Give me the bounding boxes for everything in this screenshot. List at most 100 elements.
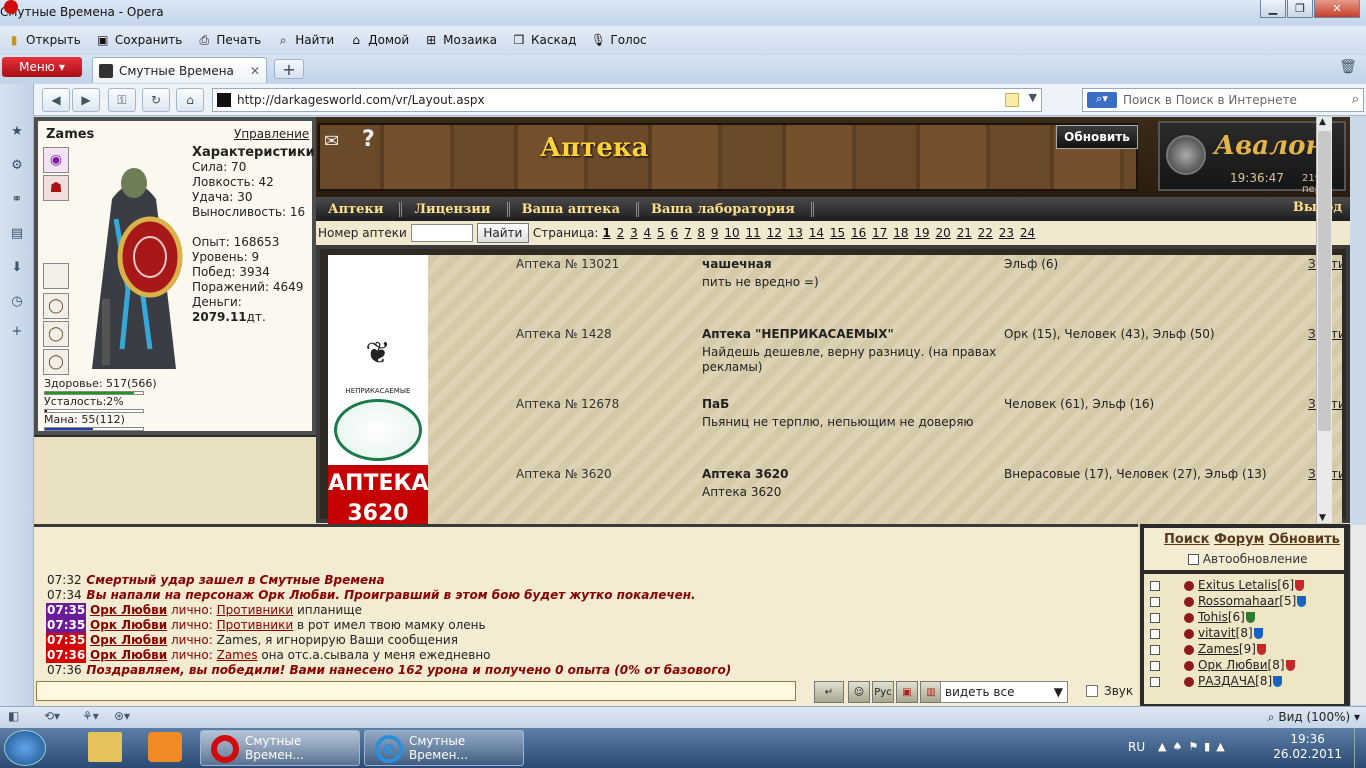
start-button[interactable] (4, 730, 46, 766)
page-link-17[interactable]: 17 (872, 226, 887, 240)
page-link-12[interactable]: 12 (767, 226, 782, 240)
page-link-9[interactable]: 9 (711, 226, 719, 240)
task-opera[interactable]: Смутные Времен... (200, 730, 360, 766)
chat-sender[interactable]: Орк Любви (90, 618, 167, 632)
page-link-15[interactable]: 15 (830, 226, 845, 240)
user-nick[interactable]: Tohis (1198, 610, 1228, 624)
user-checkbox[interactable] (1150, 644, 1160, 655)
page-link-14[interactable]: 14 (809, 226, 824, 240)
helmet-slot[interactable]: ☗ (43, 175, 69, 201)
user-nick[interactable]: vitavit (1198, 626, 1236, 640)
private-msg-icon[interactable] (1184, 612, 1194, 623)
user-nick[interactable]: РАЗДАЧА (1198, 674, 1255, 688)
show-desktop-button[interactable] (1354, 728, 1366, 768)
user-nick[interactable]: Орк Любви (1198, 658, 1268, 672)
users-search-link[interactable]: Поиск (1164, 532, 1209, 547)
chat-sender[interactable]: Орк Любви (90, 633, 167, 647)
user-checkbox[interactable] (1150, 580, 1160, 591)
send-button[interactable]: ↵ (814, 681, 844, 703)
home-button[interactable]: ⌂ Домой (348, 32, 409, 48)
page-link-8[interactable]: 8 (697, 226, 705, 240)
empty-slot[interactable] (43, 263, 69, 289)
refresh-button[interactable]: Обновить (1056, 125, 1138, 149)
user-checkbox[interactable] (1150, 596, 1160, 607)
url-field[interactable]: http://darkagesworld.com/vr/Layout.aspx … (212, 88, 1042, 112)
find-button[interactable]: ⌕ Найти (275, 32, 334, 48)
menu-licenses[interactable]: Лицензии (402, 201, 510, 217)
back-button[interactable]: ◀ (42, 88, 70, 112)
language-indicator[interactable]: RU (1128, 740, 1145, 754)
user-nick[interactable]: Rossomahaar (1198, 594, 1279, 608)
unite-icon[interactable]: ⊛▾ (114, 709, 130, 723)
add-panel-icon[interactable]: + (8, 324, 26, 342)
chat-recipient[interactable]: Противники (217, 618, 294, 632)
page-link-7[interactable]: 7 (684, 226, 692, 240)
maximize-button[interactable]: ❐ (1287, 0, 1313, 18)
cascade-button[interactable]: ❒ Каскад (511, 32, 577, 48)
chat-input[interactable] (36, 681, 796, 701)
mail-icon[interactable]: ✉ (324, 131, 339, 152)
private-msg-icon[interactable] (1184, 628, 1194, 639)
private-msg-icon[interactable] (1184, 660, 1194, 671)
ring-slot-1[interactable]: ◯ (43, 293, 69, 319)
sound-checkbox[interactable] (1086, 685, 1098, 697)
page-link-20[interactable]: 20 (935, 226, 950, 240)
page-link-2[interactable]: 2 (617, 226, 625, 240)
close-tab-icon[interactable]: ✕ (250, 64, 260, 78)
user-nick[interactable]: Zames (1198, 642, 1239, 656)
page-link-11[interactable]: 11 (745, 226, 760, 240)
page-link-16[interactable]: 16 (851, 226, 866, 240)
scroll-up-icon[interactable]: ▲ (1319, 117, 1326, 127)
page-link-6[interactable]: 6 (670, 226, 678, 240)
minimize-button[interactable]: ▁ (1260, 0, 1286, 18)
private-msg-icon[interactable] (1184, 644, 1194, 655)
home-nav-button[interactable]: ⌂ (176, 88, 204, 112)
trash-icon[interactable]: 🗑 (1338, 59, 1358, 79)
find-pharmacy-button[interactable]: Найти (476, 223, 529, 243)
page-link-3[interactable]: 3 (630, 226, 638, 240)
history-icon[interactable]: ◷ (8, 294, 26, 312)
help-icon[interactable]: ? (362, 127, 375, 152)
smiles-button[interactable]: ☺ (848, 681, 870, 703)
user-nick[interactable]: Exitus Letalis (1198, 578, 1277, 592)
clear-chat-button[interactable]: ▣ (896, 681, 918, 703)
forward-button[interactable]: ▶ (72, 88, 100, 112)
private-msg-icon[interactable] (1184, 596, 1194, 607)
page-scrollbar[interactable]: ▲ ▼ (1316, 117, 1332, 523)
page-link-10[interactable]: 10 (724, 226, 739, 240)
open-button[interactable]: ▮ Открыть (6, 32, 81, 48)
chat-filter-select[interactable]: видеть все ▼ (940, 681, 1068, 703)
chat-sender[interactable]: Орк Любви (90, 603, 167, 617)
search-engine-icon[interactable]: ⌕▾ (1087, 92, 1117, 108)
page-link-5[interactable]: 5 (657, 226, 665, 240)
user-checkbox[interactable] (1150, 676, 1160, 687)
private-msg-icon[interactable] (1184, 580, 1194, 591)
pharmacy-number-input[interactable] (410, 224, 473, 242)
reload-button[interactable]: ↻ (142, 88, 170, 112)
chat-scrollbar[interactable] (1350, 525, 1366, 705)
page-link-24[interactable]: 24 (1020, 226, 1035, 240)
user-checkbox[interactable] (1150, 628, 1160, 639)
opera-menu-button[interactable]: Меню ▾ (2, 57, 82, 77)
menu-your-lab[interactable]: Ваша лаборатория (639, 201, 814, 217)
forum-link[interactable]: Форум (1214, 532, 1264, 547)
print-button[interactable]: ⎙ Печать (196, 32, 262, 48)
menu-pharmacies[interactable]: Аптеки (316, 201, 403, 217)
private-msg-icon[interactable] (1184, 676, 1194, 687)
system-clock[interactable]: 19:36 26.02.2011 (1273, 732, 1342, 762)
page-link-23[interactable]: 23 (999, 226, 1014, 240)
links-icon[interactable]: ⚭ (8, 192, 26, 210)
page-link-21[interactable]: 21 (957, 226, 972, 240)
explorer-icon[interactable] (88, 732, 122, 762)
rss-icon[interactable] (1005, 93, 1019, 107)
zoom-control[interactable]: ⌕ Вид (100%) ▾ (1268, 710, 1360, 725)
downloads-icon[interactable]: ⬇ (8, 260, 26, 278)
page-link-18[interactable]: 18 (893, 226, 908, 240)
key-button[interactable]: ⚿ (108, 88, 136, 112)
users-refresh-link[interactable]: Обновить (1269, 532, 1340, 547)
widgets-icon[interactable]: ⚙ (8, 158, 26, 176)
task-ie[interactable]: e Смутные Времен... (364, 730, 524, 766)
dropdown-arrow-icon[interactable]: ▼ (1029, 91, 1037, 104)
web-search-input[interactable]: ⌕▾ Поиск в Поиск в Интернете ⌕ (1082, 88, 1364, 112)
translit-button[interactable]: Рус (872, 681, 894, 703)
